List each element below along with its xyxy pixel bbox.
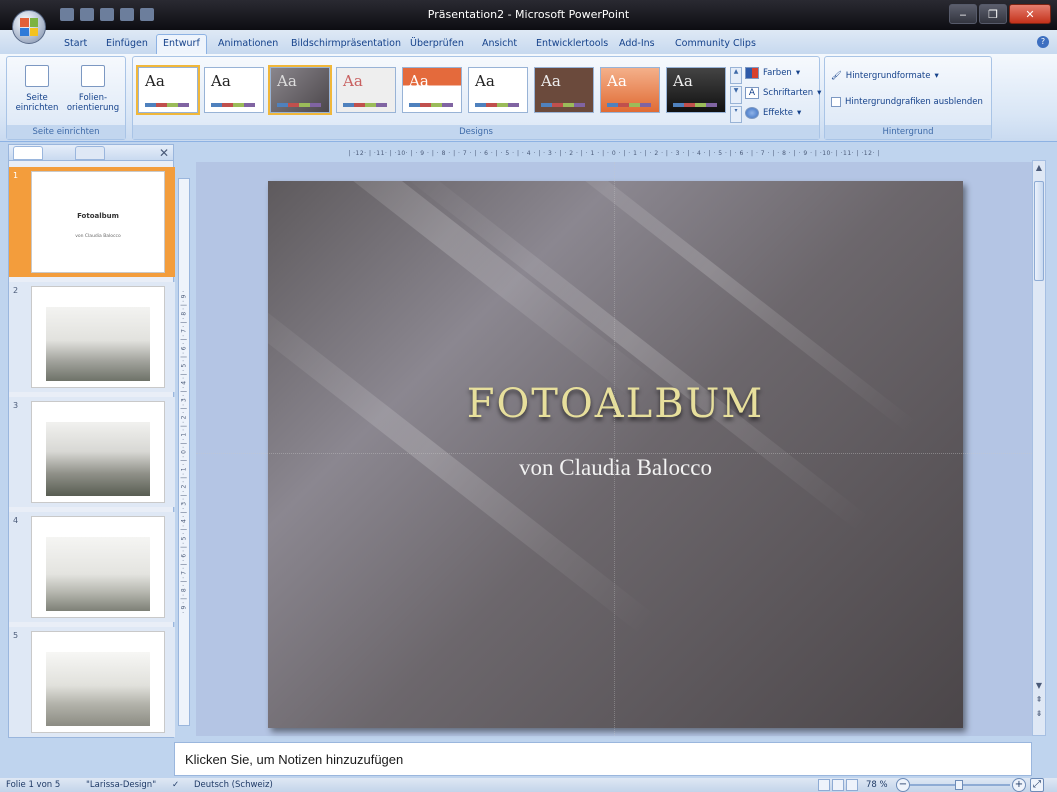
slide-thumbnail-5[interactable]: 5 [9,627,175,737]
photo-city-1 [46,307,150,381]
spellcheck-icon[interactable]: ✓ [172,780,179,790]
next-slide-icon[interactable]: ⇟ [1033,709,1045,718]
fit-to-window-icon[interactable]: ⤢ [1030,778,1044,792]
colors-icon [745,67,759,79]
notes-placeholder[interactable]: Klicken Sie, um Notizen hinzuzufügen [185,752,403,767]
slide-thumbnail-4[interactable]: 4 [9,512,175,622]
vertical-ruler-scale: · 9 · | · 8 · | · 7 · | · 6 · | · 5 · | … [180,290,188,614]
effects-button[interactable]: Effekte ▾ [745,107,801,119]
slideshow-view-icon[interactable] [846,779,858,791]
background-styles-icon: 🖌 [831,71,842,81]
theme-2[interactable]: Aa [204,67,264,113]
group-label-page-setup: Seite einrichten [7,125,125,139]
tab-entwurf[interactable]: Entwurf [156,34,207,54]
tab-bildschirmpraesentation[interactable]: Bildschirmpräsentation [291,38,401,49]
group-label-background: Hintergrund [825,125,991,139]
normal-view-icon[interactable] [818,779,830,791]
scrollbar-thumb[interactable] [1034,181,1044,281]
design-name: "Larissa-Design" [86,780,157,790]
minimize-button[interactable]: ‒ [949,4,977,24]
colors-button[interactable]: Farben ▾ [745,67,800,79]
tab-einfuegen[interactable]: Einfügen [106,38,148,49]
checkbox-icon [831,97,841,107]
slide-subtitle[interactable]: von Claudia Balocco [268,455,963,481]
ribbon: Seite einrichten Folien- orientierung Se… [0,54,1057,142]
window-title: Präsentation2 - Microsoft PowerPoint [427,8,630,21]
slide-thumbnail-1[interactable]: 1 Fotoalbum von Claudia Balocco [9,167,175,277]
hide-background-graphics-checkbox[interactable]: Hintergrundgrafiken ausblenden [831,97,983,107]
slide-thumbnail-2[interactable]: 2 [9,282,175,392]
fonts-icon: A [745,87,759,99]
zoom-slider-knob[interactable] [955,780,963,790]
theme-8[interactable]: Aa [600,67,660,113]
theme-5[interactable]: Aa [402,67,462,113]
office-logo-icon [20,18,38,36]
zoom-in-icon[interactable]: + [1012,778,1026,792]
ribbon-tabs: Start Einfügen Entwurf Animationen Bilds… [0,30,1057,54]
guide-vertical [614,162,615,736]
tab-add-ins[interactable]: Add-Ins [619,38,655,49]
theme-larissa[interactable]: Aa [268,65,332,115]
theme-6[interactable]: Aa [468,67,528,113]
status-bar: Folie 1 von 5 "Larissa-Design" ✓ Deutsch… [0,778,1057,792]
tab-community-clips[interactable]: Community Clips [675,38,756,49]
tab-ansicht[interactable]: Ansicht [482,38,517,49]
theme-7[interactable]: Aa [534,67,594,113]
thumb-subtitle: von Claudia Balocco [75,234,121,239]
tab-start[interactable]: Start [64,38,87,49]
effects-icon [745,107,759,119]
slide[interactable]: FOTOALBUM von Claudia Balocco [268,181,963,728]
slide-counter: Folie 1 von 5 [6,780,61,790]
tab-outline-icon[interactable] [75,146,105,160]
tab-ueberpruefen[interactable]: Überprüfen [410,38,464,49]
notes-pane[interactable]: Klicken Sie, um Notizen hinzuzufügen [174,742,1032,776]
maximize-button[interactable]: ❐ [979,4,1007,24]
slide-sorter-view-icon[interactable] [832,779,844,791]
page-setup-button[interactable]: Seite einrichten [9,61,65,113]
group-background: 🖌 Hintergrundformate ▾ Hintergrundgrafike… [824,56,992,140]
language[interactable]: Deutsch (Schweiz) [194,780,273,790]
tab-entwicklertools[interactable]: Entwicklertools [536,38,608,49]
theme-4[interactable]: Aa [336,67,396,113]
fonts-button[interactable]: A Schriftarten ▾ [745,87,821,99]
theme-office[interactable]: Aa [136,65,200,115]
group-designs: Aa Aa Aa Aa Aa Aa Aa Aa Aa ▲ ▼ ▾ Farben ▾ … [132,56,821,140]
gallery-scroll[interactable]: ▲ ▼ ▾ [730,67,742,123]
photo-city-4 [46,652,150,726]
help-icon[interactable]: ? [1037,36,1049,48]
page-icon [25,65,49,87]
photo-city-3 [46,537,150,611]
slide-thumbnail-3[interactable]: 3 [9,397,175,507]
group-label-designs: Designs [133,125,819,139]
photo-city-2 [46,422,150,496]
close-button[interactable]: ✕ [1009,4,1051,24]
tab-animationen[interactable]: Animationen [218,38,278,49]
background-styles-button[interactable]: 🖌 Hintergrundformate ▾ [831,71,939,81]
scroll-down-icon[interactable]: ▼ [1033,681,1045,690]
title-bar: Präsentation2 - Microsoft PowerPoint ‒ ❐… [0,0,1057,30]
slide-title[interactable]: FOTOALBUM [268,381,963,427]
zoom-level[interactable]: 78 % [866,780,888,790]
zoom-out-icon[interactable]: − [896,778,910,792]
group-page-setup: Seite einrichten Folien- orientierung Se… [6,56,126,140]
horizontal-ruler: | ·12· | ·11· | ·10· | · 9 · | · 8 · | ·… [348,150,880,157]
orientation-icon [81,65,105,87]
close-pane-icon[interactable]: ✕ [159,146,169,160]
slides-pane: ✕ 1 Fotoalbum von Claudia Balocco 2 3 4 … [8,144,175,738]
theme-9[interactable]: Aa [666,67,726,113]
slide-orientation-button[interactable]: Folien- orientierung [65,61,121,113]
previous-slide-icon[interactable]: ⇞ [1033,695,1045,704]
office-button[interactable] [12,10,46,44]
tab-slides-icon[interactable] [13,146,43,160]
scroll-up-icon[interactable]: ▲ [1033,163,1045,172]
vertical-scrollbar[interactable]: ▲ ▼ ⇞ ⇟ [1032,160,1046,736]
thumb-title: Fotoalbum [77,212,119,220]
